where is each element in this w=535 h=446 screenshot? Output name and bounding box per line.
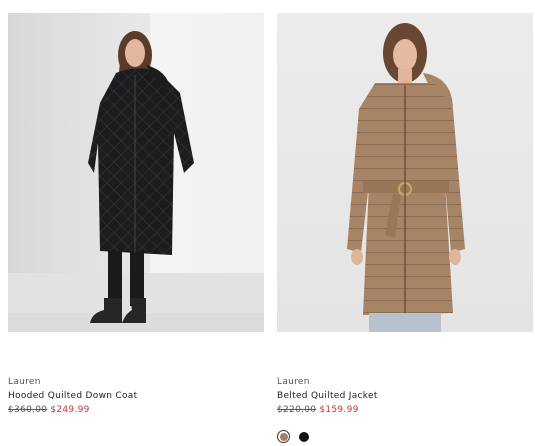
product-name[interactable]: Hooded Quilted Down Coat [8, 389, 264, 403]
sale-price: $249.99 [50, 405, 90, 415]
original-price: $360.00 [8, 405, 48, 415]
color-swatch-black[interactable] [299, 431, 309, 442]
product-name[interactable]: Belted Quilted Jacket [277, 389, 533, 403]
product-image[interactable] [277, 13, 533, 332]
product-card[interactable]: Lauren Hooded Quilted Down Coat $360.00 $… [8, 13, 264, 417]
color-swatches [277, 430, 533, 443]
product-prices: $220.00 $159.99 [277, 403, 533, 417]
product-photo-tan-jacket [277, 13, 533, 332]
color-swatch-tan[interactable] [277, 430, 290, 443]
product-image[interactable] [8, 13, 264, 332]
product-prices: $360.00 $249.99 [8, 403, 264, 417]
product-brand: Lauren [277, 377, 310, 387]
product-grid: Lauren Hooded Quilted Down Coat $360.00 $… [0, 0, 535, 446]
original-price: $220.00 [277, 405, 317, 415]
product-card[interactable]: Lauren Belted Quilted Jacket $220.00 $159… [277, 13, 533, 443]
product-brand: Lauren [8, 377, 41, 387]
sale-price: $159.99 [319, 405, 359, 415]
product-photo-black-coat [8, 13, 264, 332]
